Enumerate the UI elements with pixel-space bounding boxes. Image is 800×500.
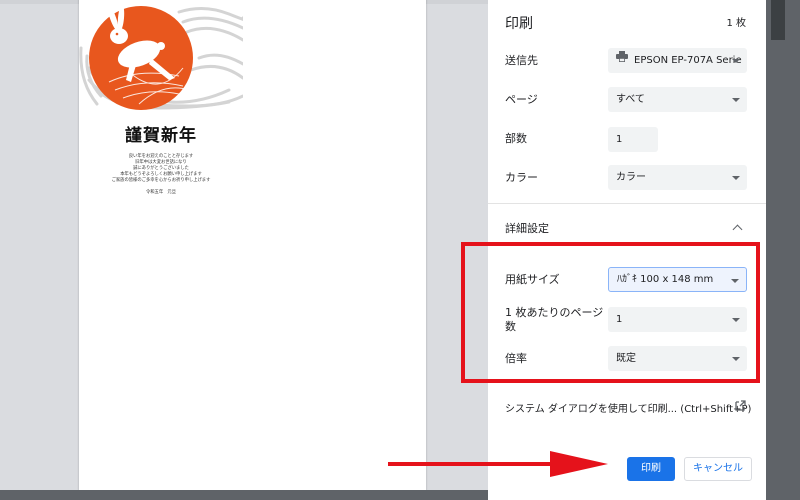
red-arrow-icon xyxy=(388,451,608,477)
destination-label: 送信先 xyxy=(505,54,538,67)
card-date: 令和五年 元旦 xyxy=(145,190,177,195)
destination-value: EPSON EP-707A Series xyxy=(634,55,742,66)
pages-select[interactable]: すべて xyxy=(608,87,747,112)
chevron-down-icon xyxy=(732,176,740,180)
color-value: カラー xyxy=(616,172,646,183)
sheet-count: 1 枚 xyxy=(726,18,746,29)
more-settings-label[interactable]: 詳細設定 xyxy=(505,222,549,236)
new-year-card: 謹賀新年 良い年をお迎えのことと存じます 旧年中は大変お世話になり 誠にありがと… xyxy=(79,0,243,242)
system-dialog-link[interactable]: システム ダイアログを使用して印刷... (Ctrl+Shift+P) xyxy=(505,400,751,415)
pages-label: ページ xyxy=(505,93,538,106)
printer-icon xyxy=(616,48,628,72)
color-label: カラー xyxy=(505,171,538,184)
copies-input[interactable] xyxy=(608,127,658,152)
preview-page: 謹賀新年 良い年をお迎えのことと存じます 旧年中は大変お世話になり 誠にありがと… xyxy=(79,0,426,491)
preview-bottom-bar xyxy=(0,490,488,500)
pages-value: すべて xyxy=(616,94,645,105)
panel-title: 印刷 xyxy=(505,16,533,32)
chevron-up-icon[interactable] xyxy=(732,224,743,235)
print-button[interactable]: 印刷 xyxy=(627,457,675,481)
card-title: 謹賀新年 xyxy=(125,126,197,146)
cancel-button[interactable]: キャンセル xyxy=(684,457,752,481)
open-in-new-icon[interactable] xyxy=(735,400,746,414)
print-preview-area: 謹賀新年 良い年をお迎えのことと存じます 旧年中は大変お世話になり 誠にありがと… xyxy=(0,0,488,500)
color-select[interactable]: カラー xyxy=(608,165,747,190)
highlight-box xyxy=(461,242,760,383)
card-message: 良い年をお迎えのことと存じます 旧年中は大変お世話になり 誠にありがとうございま… xyxy=(111,154,211,183)
copies-label: 部数 xyxy=(505,132,527,145)
chevron-down-icon xyxy=(732,59,740,63)
section-divider xyxy=(488,203,766,204)
destination-select[interactable]: EPSON EP-707A Series xyxy=(608,48,747,73)
card-illustration xyxy=(79,4,243,110)
right-edge-strip xyxy=(766,0,800,500)
chevron-down-icon xyxy=(732,98,740,102)
scrollbar-thumb[interactable] xyxy=(771,0,785,40)
